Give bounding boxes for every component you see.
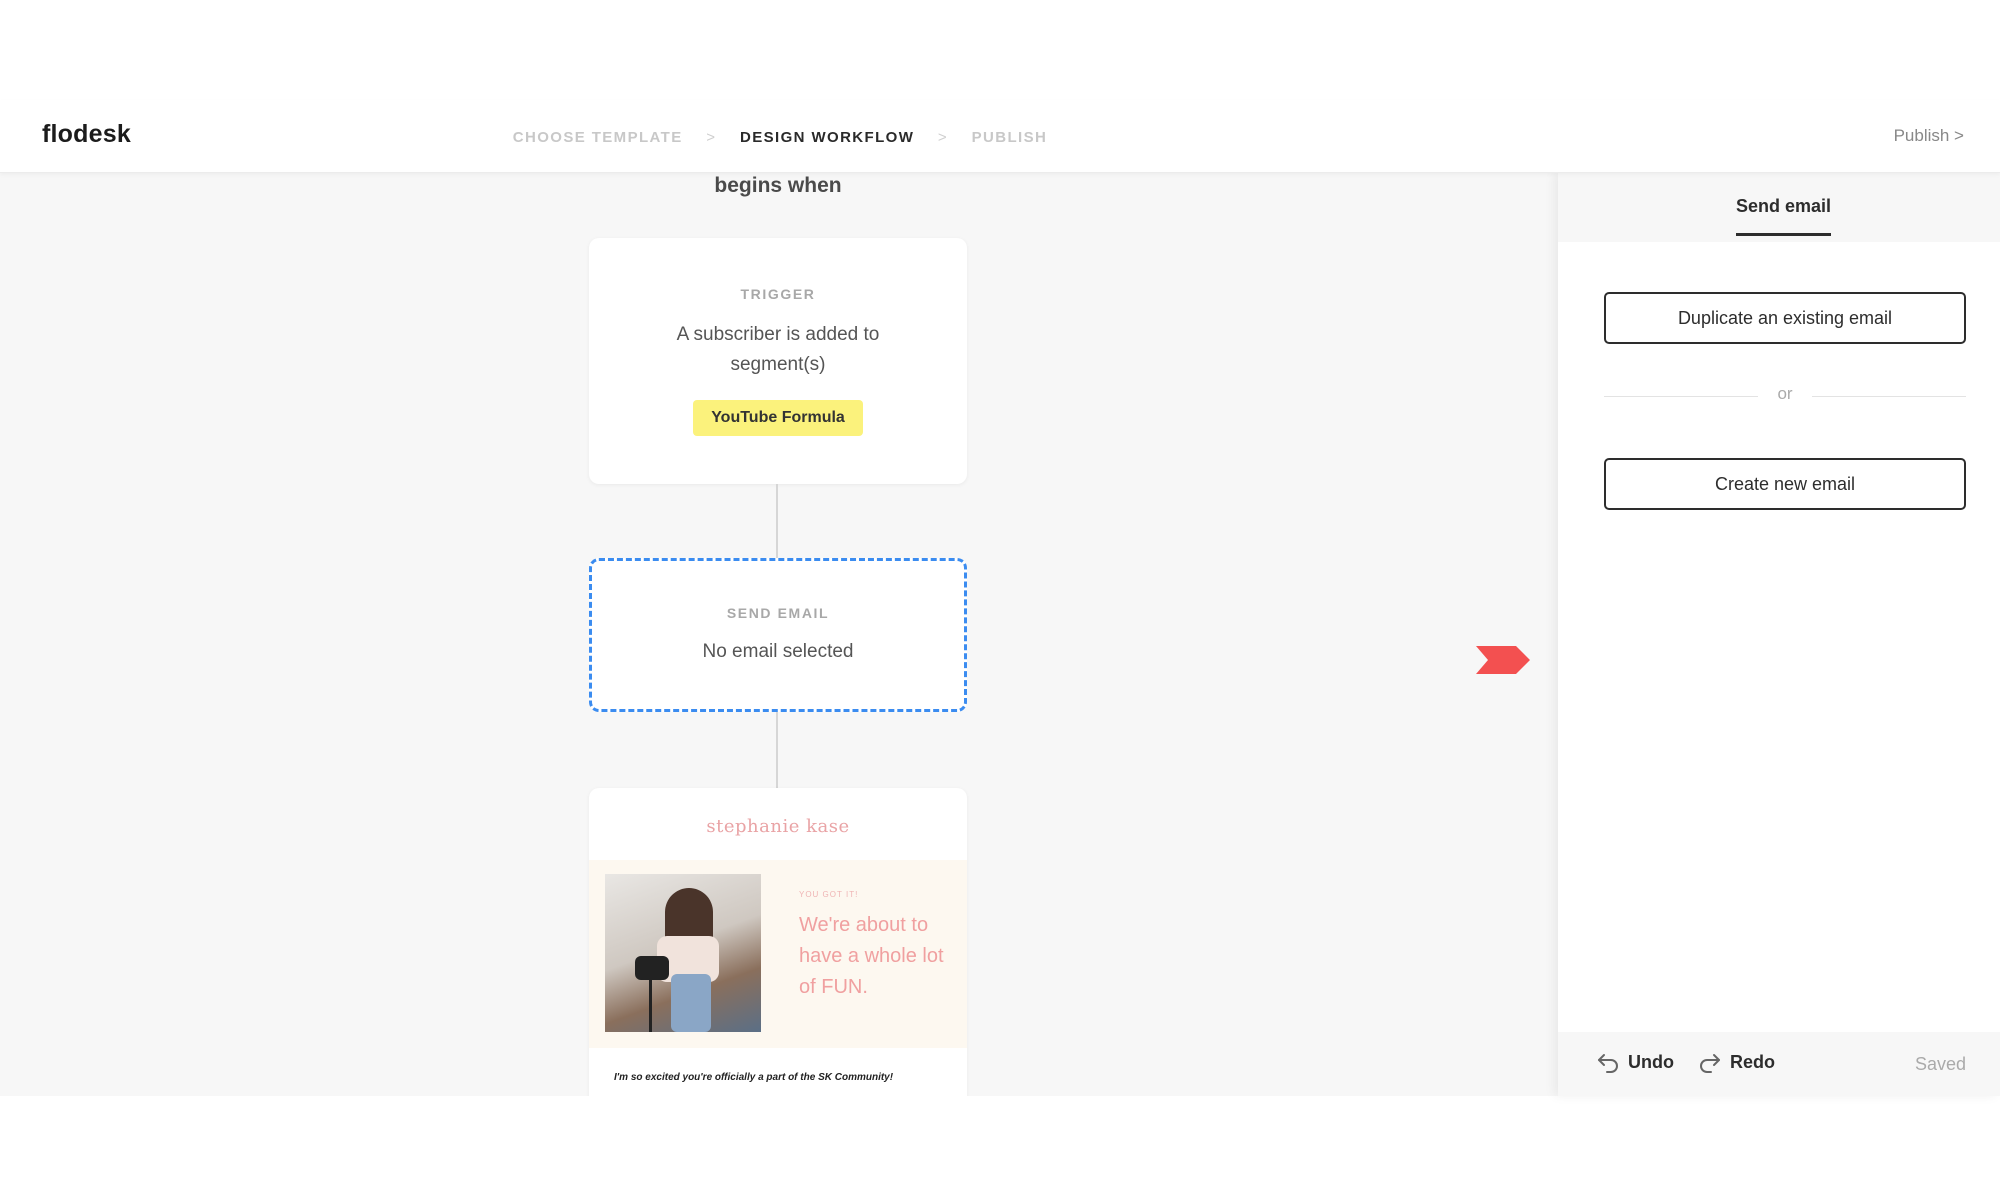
redo-label: Redo [1730,1052,1775,1072]
create-new-email-button[interactable]: Create new email [1604,458,1966,510]
trigger-card[interactable]: TRIGGER A subscriber is added to segment… [589,238,967,484]
tab-send-email[interactable]: Send email [1736,196,1832,236]
send-email-panel: Send email Duplicate an existing email o… [1558,172,2000,1096]
redo-button[interactable]: Redo [1698,1052,1775,1074]
arrow-marker-icon [1476,646,1530,674]
step-separator: > [937,128,949,146]
preview-eyebrow: YOU GOT IT! [799,890,859,899]
step-publish[interactable]: PUBLISH [972,129,1048,146]
undo-button[interactable]: Undo [1596,1052,1674,1074]
preview-headline: We're about to have a whole lot of FUN. [799,914,944,998]
step-choose-template[interactable]: CHOOSE TEMPLATE [513,129,683,146]
preview-body-text: I'm so excited you're officially a part … [614,1072,894,1083]
connector-line [776,484,778,558]
preview-logo: stephanie kase [706,816,850,837]
undo-label: Undo [1628,1052,1674,1072]
or-label: or [1777,384,1793,403]
panel-header: Send email [1558,172,2000,242]
step-design-workflow[interactable]: DESIGN WORKFLOW [740,129,914,146]
undo-arrow-icon [1598,1054,1618,1074]
publish-link[interactable]: Publish > [1894,126,1964,146]
save-status: Saved [1914,1054,1966,1074]
top-header: flodesk CHOOSE TEMPLATE > DESIGN WORKFLO… [0,100,2000,173]
send-email-label: SEND EMAIL [726,605,830,621]
begins-when-label: begins when [714,174,842,197]
preview-photo [605,874,761,1032]
step-separator: > [706,128,717,146]
email-preview-card[interactable]: stephanie kase YOU GOT IT! We're about t… [589,788,967,1096]
workflow-steps: CHOOSE TEMPLATE > DESIGN WORKFLOW > PUBL… [0,128,1560,146]
preview-hero: YOU GOT IT! We're about to have a whole … [589,860,967,1048]
duplicate-email-button[interactable]: Duplicate an existing email [1604,292,1966,344]
trigger-description: A subscriber is added to segment(s) [676,324,880,375]
workflow-canvas[interactable]: begins when TRIGGER A subscriber is adde… [0,172,1558,1096]
segment-tag: YouTube Formula [693,400,863,436]
connector-line [776,712,778,788]
send-email-card[interactable]: SEND EMAIL No email selected [589,558,967,712]
send-email-status: No email selected [702,641,854,662]
or-divider: or [1604,384,1966,408]
panel-footer: Undo Redo Saved [1558,1032,2000,1096]
trigger-label: TRIGGER [740,286,816,302]
redo-arrow-icon [1700,1054,1720,1074]
